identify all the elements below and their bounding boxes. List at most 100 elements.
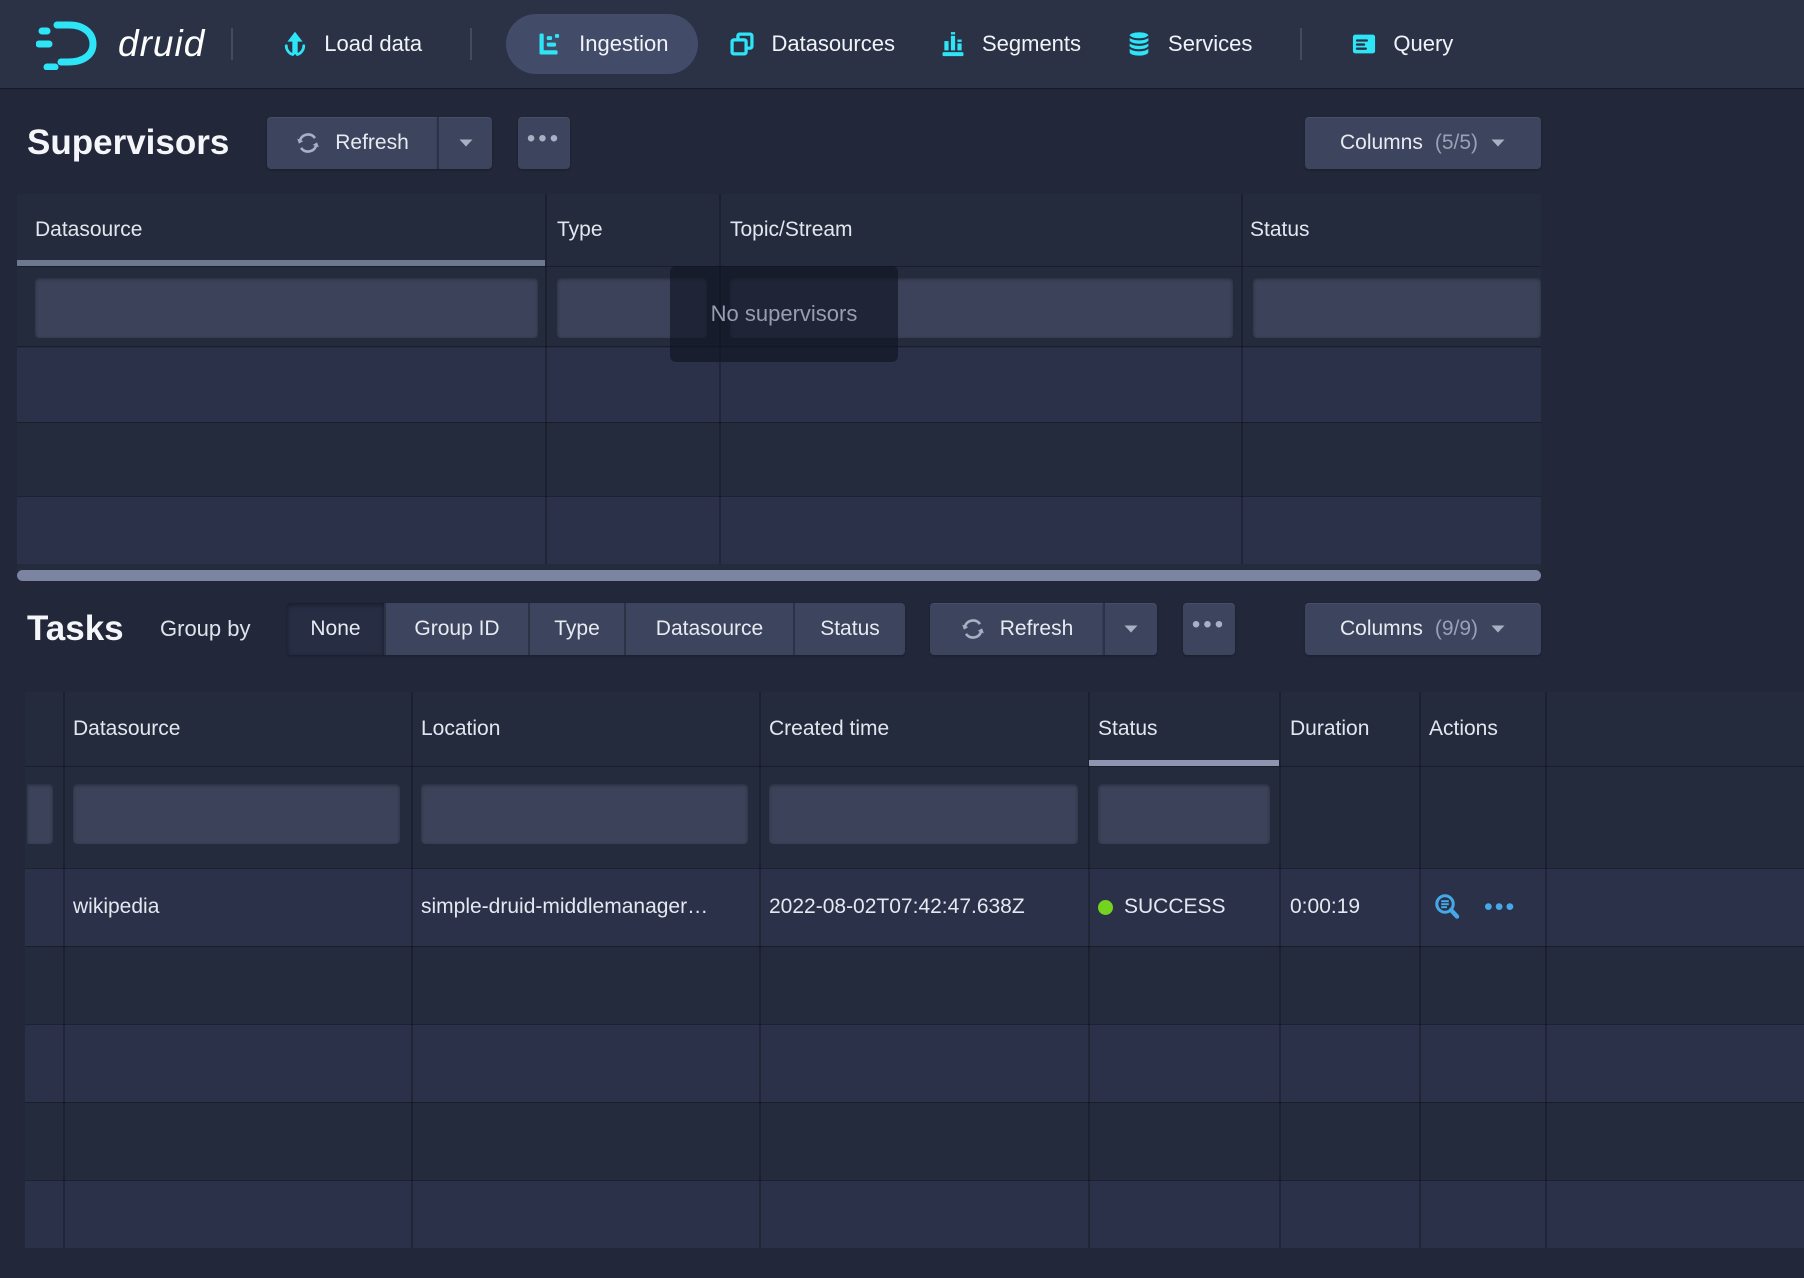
- column-divider: [1419, 692, 1421, 1248]
- header-created-time[interactable]: Created time: [769, 717, 889, 741]
- row-divider: [25, 1102, 1804, 1103]
- nav-label: Query: [1393, 31, 1453, 57]
- no-supervisors-message: No supervisors: [670, 266, 898, 362]
- group-by-none-button[interactable]: None: [287, 603, 386, 655]
- supervisors-table: Datasource Type Topic/Stream Status No s…: [17, 194, 1541, 570]
- row-divider: [25, 946, 1804, 947]
- header-location[interactable]: Location: [421, 717, 500, 741]
- row-divider: [25, 1180, 1804, 1181]
- cell-created-time: 2022-08-02T07:42:47.638Z: [769, 895, 1025, 919]
- header-datasource[interactable]: Datasource: [73, 717, 180, 741]
- header-type[interactable]: Type: [557, 218, 603, 242]
- supervisors-refresh-button[interactable]: Refresh: [267, 117, 437, 169]
- header-duration[interactable]: Duration: [1290, 717, 1369, 741]
- nav-divider: [1300, 28, 1302, 60]
- more-icon: •••: [1192, 613, 1226, 645]
- tasks-refresh-button[interactable]: Refresh: [930, 603, 1103, 655]
- group-by-group-id-button[interactable]: Group ID: [386, 603, 530, 655]
- header-datasource[interactable]: Datasource: [35, 218, 142, 242]
- supervisors-more-button[interactable]: •••: [518, 117, 570, 169]
- filter-input-datasource[interactable]: [35, 278, 538, 338]
- row-more-actions-icon[interactable]: •••: [1484, 895, 1516, 920]
- filter-input-status[interactable]: [1098, 784, 1270, 844]
- tasks-header-row: Datasource Location Created time Status …: [25, 692, 1804, 766]
- supervisors-columns-button[interactable]: Columns (5/5): [1305, 117, 1541, 169]
- nav-label: Ingestion: [579, 31, 668, 57]
- nav-item-services[interactable]: Services: [1117, 14, 1260, 74]
- tasks-refresh-caret-button[interactable]: [1103, 603, 1157, 655]
- group-by-segmented-control: None Group ID Type Datasource Status: [287, 603, 905, 655]
- chevron-down-icon: [458, 138, 474, 148]
- cell-datasource: wikipedia: [73, 895, 159, 919]
- columns-label: Columns: [1340, 617, 1423, 641]
- bar-chart-icon: [939, 30, 967, 58]
- refresh-icon: [960, 616, 986, 642]
- empty-row: [25, 1024, 1804, 1102]
- columns-label: Columns: [1340, 131, 1423, 155]
- chart-axis-icon: [536, 30, 564, 58]
- console-icon: [1350, 30, 1378, 58]
- tasks-title: Tasks: [27, 609, 124, 649]
- druid-brand[interactable]: druid: [36, 18, 205, 70]
- cell-duration: 0:00:19: [1290, 895, 1360, 919]
- nav-item-datasources[interactable]: Datasources: [720, 14, 903, 74]
- supervisors-header-row: Datasource Type Topic/Stream Status: [17, 194, 1541, 266]
- group-by-status-button[interactable]: Status: [795, 603, 905, 655]
- empty-row: [25, 1180, 1804, 1248]
- magnifier-detail-icon[interactable]: [1432, 892, 1462, 922]
- filter-input-created-time[interactable]: [769, 784, 1078, 844]
- column-divider: [411, 692, 413, 1248]
- header-status[interactable]: Status: [1098, 717, 1158, 741]
- group-by-type-button[interactable]: Type: [530, 603, 626, 655]
- chevron-down-icon: [1490, 138, 1506, 148]
- tasks-columns-button[interactable]: Columns (9/9): [1305, 603, 1541, 655]
- chevron-down-icon: [1490, 624, 1506, 634]
- supervisors-refresh-caret-button[interactable]: [437, 117, 492, 169]
- cell-location: simple-druid-middlemanager…: [421, 895, 708, 919]
- refresh-label: Refresh: [335, 131, 409, 155]
- columns-count: (9/9): [1435, 617, 1478, 641]
- row-divider: [25, 1024, 1804, 1025]
- task-row-wikipedia-content: wikipedia simple-druid-middlemanager… 20…: [25, 868, 1804, 946]
- stacked-squares-icon: [728, 30, 756, 58]
- nav-divider: [231, 28, 233, 60]
- filter-input-clipped[interactable]: [27, 784, 53, 844]
- druid-logo-icon: [36, 18, 102, 70]
- nav-item-load-data[interactable]: Load data: [273, 14, 430, 74]
- header-status[interactable]: Status: [1250, 218, 1310, 242]
- column-divider: [1279, 692, 1281, 1248]
- filter-input-status[interactable]: [1253, 278, 1541, 338]
- group-by-label: Group by: [160, 616, 251, 642]
- column-divider: [759, 692, 761, 1248]
- row-divider: [25, 766, 1804, 767]
- nav-item-ingestion-active[interactable]: Ingestion: [506, 14, 698, 74]
- nav-item-segments[interactable]: Segments: [931, 14, 1089, 74]
- filter-input-location[interactable]: [421, 784, 748, 844]
- header-topic-stream[interactable]: Topic/Stream: [730, 218, 853, 242]
- empty-row: [25, 1102, 1804, 1180]
- header-actions[interactable]: Actions: [1429, 717, 1498, 741]
- refresh-icon: [295, 130, 321, 156]
- top-nav: druid Load data Ingestion: [0, 0, 1804, 88]
- cell-actions: •••: [1432, 892, 1516, 922]
- refresh-label: Refresh: [1000, 617, 1074, 641]
- chevron-down-icon: [1123, 624, 1139, 634]
- empty-row: [17, 496, 1541, 564]
- nav-label: Load data: [324, 31, 422, 57]
- tasks-table: Datasource Location Created time Status …: [25, 692, 1804, 1248]
- columns-count: (5/5): [1435, 131, 1478, 155]
- filter-input-datasource[interactable]: [73, 784, 400, 844]
- status-text: SUCCESS: [1124, 895, 1226, 919]
- row-divider: [17, 422, 1541, 423]
- nav-label: Datasources: [771, 31, 895, 57]
- nav-item-query[interactable]: Query: [1342, 14, 1461, 74]
- supervisors-title: Supervisors: [27, 123, 229, 163]
- upload-arrow-icon: [281, 30, 309, 58]
- column-divider: [63, 692, 65, 1248]
- empty-message-text: No supervisors: [711, 301, 858, 327]
- supervisors-horizontal-scrollbar[interactable]: [17, 570, 1541, 581]
- tasks-more-button[interactable]: •••: [1183, 603, 1235, 655]
- more-icon: •••: [527, 127, 561, 159]
- tasks-toolbar: Tasks Group by None Group ID Type Dataso…: [0, 598, 1804, 660]
- group-by-datasource-button[interactable]: Datasource: [626, 603, 795, 655]
